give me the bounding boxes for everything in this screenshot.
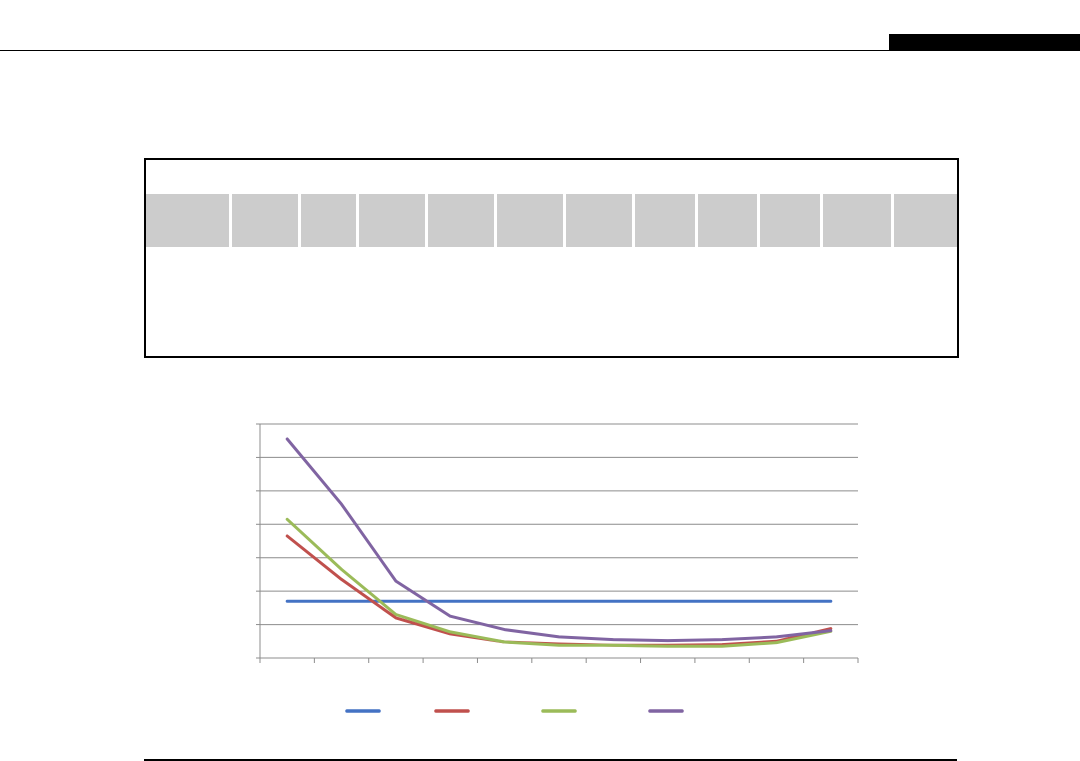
- series-line-3: [285, 517, 833, 648]
- data-table: [144, 158, 959, 358]
- line-chart-svg: [256, 423, 859, 713]
- chart-series: [285, 437, 833, 648]
- table-header-cell: [760, 194, 820, 247]
- table-header-cell: [359, 194, 425, 247]
- chart-axes: [256, 423, 859, 663]
- table-header-row: [146, 194, 957, 247]
- table-header-cell: [428, 194, 494, 247]
- table-header-cell: [698, 194, 757, 247]
- line-chart: [230, 400, 890, 740]
- chart-gridlines: [260, 423, 858, 626]
- table-header-cell: [823, 194, 891, 247]
- table-header-cell: [301, 194, 356, 247]
- table-header-cell: [566, 194, 632, 247]
- header-rule: [0, 50, 1080, 51]
- table-header-cell: [497, 194, 563, 247]
- header-black-bar: [889, 34, 1080, 51]
- table-header-cell: [232, 194, 298, 247]
- series-line-4: [285, 437, 833, 643]
- table-header-cell: [635, 194, 695, 247]
- table-header-cell: [146, 194, 229, 247]
- table-header-cell: [894, 194, 957, 247]
